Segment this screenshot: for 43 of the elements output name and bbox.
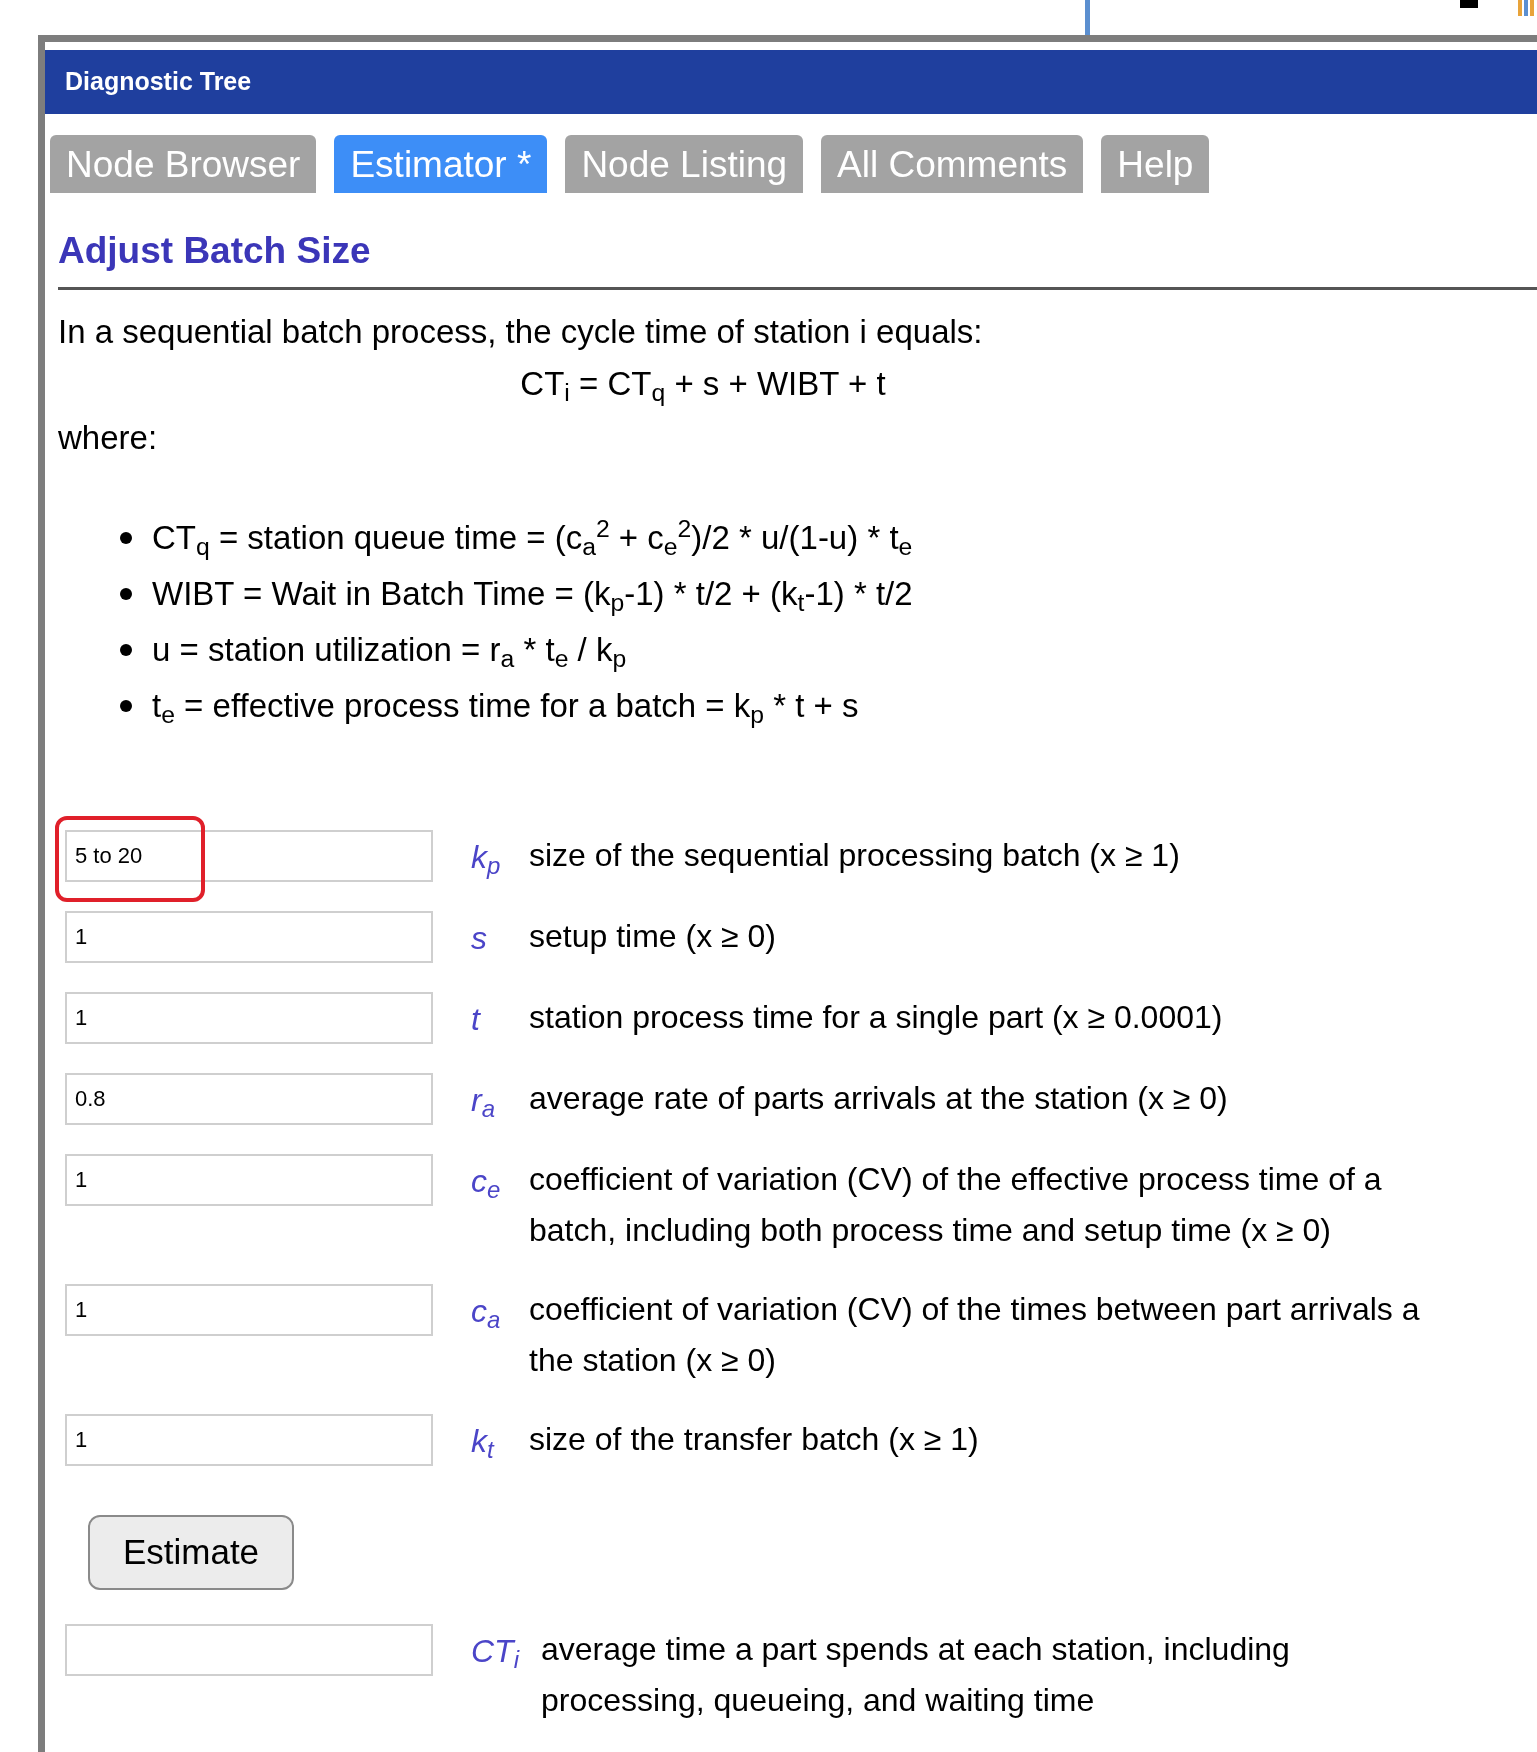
input-field[interactable]: 1: [65, 992, 433, 1044]
page-heading: Adjust Batch Size: [58, 229, 371, 273]
symbol-text: k$_{t}$: [471, 1422, 496, 1465]
input-field[interactable]: 1: [65, 1154, 433, 1206]
estimate-button[interactable]: Estimate: [88, 1515, 294, 1590]
symbol-text: c$_{e}$: [471, 1162, 502, 1205]
input-field[interactable]: 5 to 20: [65, 830, 433, 882]
bullet-icon: [120, 644, 132, 656]
description-text: average rate of parts arrivals at the station (x ≥ 0): [529, 1079, 1228, 1118]
input-field[interactable]: 1: [65, 1284, 433, 1336]
intro-text: In a sequential batch process, the cycle time of station i equals:: [58, 312, 983, 352]
symbol-text: c$_{a}$: [471, 1292, 502, 1335]
bullet-icon: [120, 532, 132, 544]
symbol-text: CT$_{i}$: [471, 1632, 521, 1675]
description-text: processing, queueing, and waiting time: [541, 1681, 1095, 1720]
formula-text: CT$_{i}$ = CT$_{q}$ + s + WIBT + t: [520, 364, 886, 406]
input-field[interactable]: 0.8: [65, 1073, 433, 1125]
symbol-text: t: [471, 1000, 482, 1039]
symbol-text: k$_{p}$: [471, 838, 502, 881]
window-title: Diagnostic Tree: [65, 66, 252, 98]
definition-text: t$_{e}$ = effective process time for a batch = k$_{p}$ * t + s: [152, 686, 859, 731]
description-text: setup time (x ≥ 0): [529, 917, 776, 956]
description-text: average time a part spends at each station, including: [541, 1630, 1290, 1669]
definition-text: CT$_{q}$ = station queue time = (c$_{a}$$^{2}$ + c$_{e}$$^{2}$)/2 * u/(1-u) * t$_{e}$: [152, 513, 913, 563]
description-text: batch, including both process time and setup time (x ≥ 0): [529, 1211, 1331, 1250]
bullet-icon: [120, 588, 132, 600]
result-field[interactable]: [65, 1624, 433, 1676]
partial-icon: [1460, 0, 1478, 8]
description-text: size of the transfer batch (x ≥ 1): [529, 1420, 979, 1459]
where-text: where:: [58, 418, 158, 458]
description-text: station process time for a single part (x ≥ 0.0001): [529, 998, 1223, 1037]
definition-text: u = station utilization = r$_{a}$ * t$_{e}$ / k$_{p}$: [152, 630, 627, 675]
description-text: the station (x ≥ 0): [529, 1341, 776, 1380]
description-text: size of the sequential processing batch (x ≥ 1): [529, 836, 1180, 875]
symbol-text: s: [471, 919, 488, 958]
input-field[interactable]: 1: [65, 1414, 433, 1466]
description-text: coefficient of variation (CV) of the effective process time of a: [529, 1160, 1382, 1199]
symbol-text: r$_{a}$: [471, 1081, 496, 1124]
partial-icon: [1518, 0, 1537, 16]
input-field[interactable]: 1: [65, 911, 433, 963]
definition-text: WIBT = Wait in Batch Time = (k$_{p}$-1) * t/2 + (k$_{t}$-1) * t/2: [152, 574, 913, 619]
description-text: coefficient of variation (CV) of the times between part arrivals a: [529, 1290, 1420, 1329]
bullet-icon: [120, 700, 132, 712]
